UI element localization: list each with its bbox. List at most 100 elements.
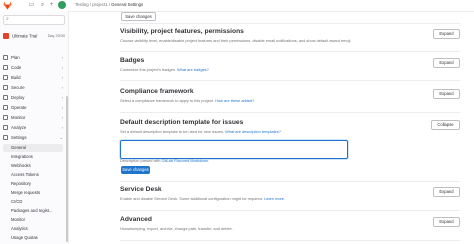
save-changes-button-top[interactable]: Save changes <box>121 12 156 21</box>
section-title: Compliance framework <box>120 88 194 95</box>
expand-button[interactable]: Expand <box>433 29 460 39</box>
sidebar-scrollbar[interactable] <box>66 96 68 242</box>
chevron-right-icon: › <box>61 115 63 120</box>
divider <box>120 51 460 52</box>
search-icon: ⌕ <box>6 16 9 22</box>
gear-icon <box>3 135 8 141</box>
breadcrumb-item-project[interactable]: project1 <box>92 2 107 7</box>
sidebar-item-settings[interactable]: Settings ⌄ <box>3 134 63 142</box>
chevron-right-icon: › <box>61 85 63 90</box>
trial-badge: Day 29/30 <box>47 34 65 38</box>
chevron-down-icon: ⌄ <box>59 135 63 140</box>
sidebar-toggle-icon[interactable]: ▭ <box>28 2 35 9</box>
sidebar-subitem-merge-requests[interactable]: Merge requests <box>3 189 63 197</box>
plan-icon <box>3 55 8 61</box>
badges-help-link[interactable]: What are badges? <box>177 67 209 72</box>
expand-button[interactable]: Expand <box>433 187 460 197</box>
sidebar-item-label: Deploy <box>11 95 25 100</box>
sidebar-subitem-analytics[interactable]: Analytics <box>3 225 63 233</box>
sidebar-item-label: Build <box>11 75 21 80</box>
project-icon <box>3 33 9 39</box>
chevron-right-icon: › <box>61 95 63 100</box>
sidebar-item-label: Secure <box>11 85 25 90</box>
section-description: Set a default description template to be… <box>120 129 281 134</box>
expand-button[interactable]: Expand <box>433 58 460 68</box>
code-icon <box>3 65 8 71</box>
sidebar-item-build[interactable]: Build › <box>3 74 63 82</box>
monitor-icon <box>3 115 8 121</box>
sidebar-subitem-monitor[interactable]: Monitor <box>3 216 63 224</box>
section-title: Badges <box>120 57 145 64</box>
sidebar-item-operate[interactable]: Operate › <box>3 104 63 112</box>
sidebar-item-label: Operate <box>11 105 27 110</box>
divider <box>120 23 460 24</box>
section-description: Select a compliance framework to apply t… <box>120 98 255 103</box>
sidebar-item-monitor[interactable]: Monitor › <box>3 114 63 122</box>
analyze-icon <box>3 125 8 131</box>
sidebar-subitem-integrations[interactable]: Integrations <box>3 153 63 161</box>
build-icon <box>3 75 8 81</box>
markdown-help-link[interactable]: GitLab Flavored Markdown <box>162 158 209 163</box>
divider <box>120 210 460 211</box>
sidebar-subitem-usage-quotas[interactable]: Usage Quotas <box>3 234 63 242</box>
service-desk-help-link[interactable]: Learn more. <box>264 196 285 201</box>
search-icon[interactable]: ⌕ <box>39 2 46 9</box>
operate-icon <box>3 105 8 111</box>
breadcrumb-item-group[interactable]: Testing <box>75 2 89 7</box>
sidebar-item-label: Settings <box>11 135 27 140</box>
section-description: Housekeeping, export, archive, change pa… <box>120 226 233 231</box>
section-description: Customize this project's badges. What ar… <box>120 67 209 72</box>
markdown-helper: Description parsed with GitLab Flavored … <box>120 158 210 163</box>
sidebar-item-analyze[interactable]: Analyze › <box>3 124 63 132</box>
breadcrumb-item-current[interactable]: General Settings <box>111 2 143 7</box>
sidebar-item-label: Plan <box>11 55 20 60</box>
shield-icon <box>3 85 8 91</box>
chevron-right-icon: › <box>61 75 63 80</box>
divider <box>120 112 460 113</box>
sidebar-item-plan[interactable]: Plan › <box>3 54 63 62</box>
issue-template-textarea[interactable] <box>120 140 348 159</box>
sidebar-subitem-general[interactable]: General <box>3 144 63 152</box>
sidebar-item-label: Code <box>11 65 22 70</box>
sidebar-search[interactable]: ⌕ <box>3 15 65 25</box>
main-content: Save changes Visibility, project feature… <box>69 11 474 244</box>
divider <box>120 181 460 182</box>
deploy-icon <box>3 95 8 101</box>
divider <box>120 80 460 81</box>
section-description: Choose visibility level, enable/disable … <box>120 38 352 43</box>
sidebar-item-deploy[interactable]: Deploy › <box>3 94 63 102</box>
sidebar-subitem-access-tokens[interactable]: Access Tokens <box>3 171 63 179</box>
section-title: Advanced <box>120 216 152 223</box>
sidebar-subitem-webhooks[interactable]: Webhooks <box>3 162 63 170</box>
sidebar: ⌕ Ultimate Trial Day 29/30 Plan › Code ›… <box>0 11 69 244</box>
chevron-right-icon: › <box>61 125 63 130</box>
sidebar-item-label: Analyze <box>11 125 27 130</box>
chevron-right-icon: › <box>61 105 63 110</box>
avatar[interactable] <box>58 1 66 9</box>
expand-button[interactable]: Expand <box>433 89 460 99</box>
add-icon[interactable]: + <box>48 2 55 9</box>
templates-help-link[interactable]: What are description templates? <box>225 129 281 134</box>
breadcrumb-separator: / <box>89 2 92 7</box>
section-title: Service Desk <box>120 186 162 193</box>
sidebar-item-label: Monitor <box>11 115 26 120</box>
sidebar-project[interactable]: Ultimate Trial Day 29/30 <box>3 33 65 41</box>
gitlab-logo-icon[interactable] <box>3 1 12 10</box>
breadcrumb: Testing / project1 / General Settings <box>75 2 143 7</box>
sidebar-subitem-cicd[interactable]: CI/CD <box>3 198 63 206</box>
section-description: Enable and disable Service Desk. Some ad… <box>120 196 286 201</box>
sidebar-item-code[interactable]: Code › <box>3 64 63 72</box>
sidebar-item-secure[interactable]: Secure › <box>3 84 63 92</box>
save-changes-button[interactable]: Save changes <box>121 166 150 174</box>
collapse-button[interactable]: Collapse <box>431 120 460 130</box>
sidebar-subitem-packages[interactable]: Packages and regist... <box>3 207 63 215</box>
breadcrumb-separator: / <box>108 2 110 7</box>
chevron-right-icon: › <box>61 55 63 60</box>
expand-button[interactable]: Expand <box>433 217 460 227</box>
divider <box>120 240 460 241</box>
chevron-right-icon: › <box>61 65 63 70</box>
section-title: Visibility, project features, permission… <box>120 28 244 35</box>
sidebar-subitem-repository[interactable]: Repository <box>3 180 63 188</box>
compliance-help-link[interactable]: How are these added? <box>215 98 254 103</box>
section-title: Default description template for issues <box>120 119 244 126</box>
